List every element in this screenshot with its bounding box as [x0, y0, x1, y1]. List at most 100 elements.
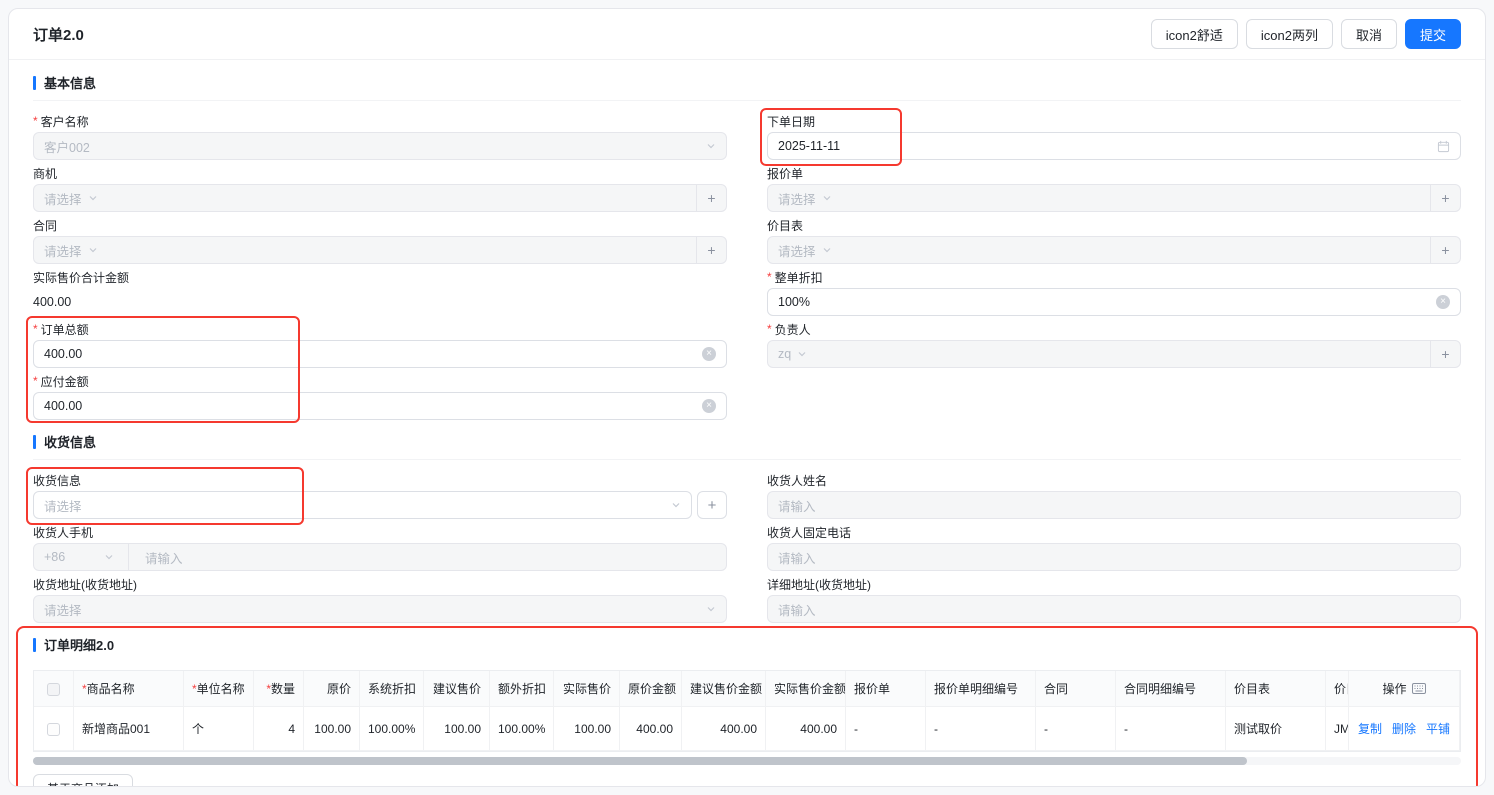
customer-select: 客户002: [33, 132, 727, 160]
column-header-6: 额外折扣: [490, 671, 554, 707]
page-title: 订单2.0: [33, 26, 84, 44]
column-header-8: 原价金额: [620, 671, 682, 707]
plus-icon: +: [1441, 346, 1450, 362]
column-settings-icon[interactable]: [1411, 683, 1426, 694]
column-header-1: *单位名称: [184, 671, 254, 707]
field-contract: 合同 请选择 +: [33, 217, 727, 264]
owner-select: zq +: [767, 340, 1461, 368]
amounts-group: * 订单总额 400.00 × * 应付金额 400.00 ×: [26, 316, 727, 423]
column-header-3: 原价: [304, 671, 360, 707]
select-all-checkbox[interactable]: [47, 682, 60, 696]
required-mark: *: [33, 374, 38, 388]
field-payable-amount: * 应付金额 400.00 ×: [33, 373, 727, 420]
field-receiver-name: 收货人姓名 请输入: [767, 472, 1461, 519]
section-bar-icon: [33, 637, 36, 652]
order-form-card: 订单2.0 icon2舒适 icon2两列 取消 提交 基本信息 * 客户名称 客…: [8, 8, 1486, 787]
field-detail-address: 详细地址(收货地址) 请输入: [767, 576, 1461, 623]
field-actual-total: 实际售价合计金额 400.00: [33, 269, 727, 316]
cancel-button[interactable]: 取消: [1340, 19, 1397, 49]
two-column-mode-button[interactable]: icon2两列: [1245, 19, 1333, 49]
copy-link[interactable]: 复制: [1358, 720, 1382, 737]
cell-0: 新增商品001: [74, 707, 184, 751]
column-header-5: 建议售价: [424, 671, 490, 707]
calendar-icon[interactable]: [1437, 140, 1450, 153]
horizontal-scrollbar: [33, 757, 1461, 765]
required-mark: *: [33, 114, 38, 128]
cell-8: 400.00: [620, 707, 682, 751]
section-title-details: 订单明细2.0: [33, 628, 1461, 662]
toolbar: icon2舒适 icon2两列 取消 提交: [1150, 19, 1461, 49]
divider: [128, 544, 129, 570]
chevron-down-icon: [823, 196, 830, 201]
column-header-13: 合同: [1036, 671, 1116, 707]
header-checkbox-cell: [34, 671, 74, 707]
contract-select: 请选择 +: [33, 236, 727, 264]
field-shipping-info: 收货信息 请选择 +: [26, 467, 727, 525]
receiver-phone-input: 请输入: [767, 543, 1461, 571]
chevron-down-icon: [798, 352, 806, 357]
order-amount-input[interactable]: 400.00 ×: [33, 340, 727, 368]
shipping-info-select[interactable]: 请选择: [33, 491, 692, 519]
field-order-date: 下单日期 2025-11-11: [760, 108, 1461, 166]
field-receiver-phone: 收货人固定电话 请输入: [767, 524, 1461, 571]
field-whole-discount: * 整单折扣 100% ×: [767, 269, 1461, 316]
receiver-mobile-input: +86 请输入: [33, 543, 727, 571]
order-date-input[interactable]: 2025-11-11: [767, 132, 1461, 160]
field-quote: 报价单 请选择 +: [767, 165, 1461, 212]
section-bar-icon: [33, 75, 36, 90]
receiver-name-input: 请输入: [767, 491, 1461, 519]
add-by-product-button[interactable]: 基于商品添加: [33, 774, 134, 786]
column-header-17: 操作: [1348, 671, 1460, 707]
chevron-down-icon: [89, 248, 96, 253]
chevron-down-icon: [823, 248, 830, 253]
tile-link[interactable]: 平铺: [1426, 720, 1450, 737]
column-header-10: 实际售价金额: [766, 671, 846, 707]
basic-grid: * 客户名称 客户002 商机 请选择 + 合同 请选择 + 实际售价合计金额 …: [26, 108, 1461, 425]
clear-icon[interactable]: ×: [1436, 295, 1450, 309]
clear-icon[interactable]: ×: [702, 399, 716, 413]
add-price-list-button: +: [1430, 237, 1460, 263]
column-header-12: 报价单明细编号: [926, 671, 1036, 707]
table-row: 新增商品001 个 4 100.00 100.00% 100.00 100.00% 100.0…: [34, 707, 1460, 751]
add-contract-button: +: [696, 237, 726, 263]
country-code-select: +86: [34, 550, 122, 564]
clear-icon[interactable]: ×: [702, 347, 716, 361]
cell-4: 100.00%: [360, 707, 424, 751]
required-mark: *: [33, 322, 38, 336]
submit-button[interactable]: 提交: [1404, 19, 1461, 49]
required-mark: *: [767, 270, 772, 284]
column-header-7: 实际售价: [554, 671, 620, 707]
scrollbar-thumb[interactable]: [33, 757, 1247, 765]
column-header-14: 合同明细编号: [1116, 671, 1226, 707]
plus-icon: +: [1441, 242, 1450, 258]
delete-link[interactable]: 删除: [1392, 720, 1416, 737]
opportunity-select: 请选择 +: [33, 184, 727, 212]
payable-amount-input[interactable]: 400.00 ×: [33, 392, 727, 420]
add-shipping-info-button[interactable]: +: [697, 491, 727, 519]
chevron-down-icon: [89, 196, 96, 201]
field-customer: * 客户名称 客户002: [33, 113, 727, 160]
column-header-15: 价目表: [1226, 671, 1326, 707]
cell-12: -: [926, 707, 1036, 751]
shipping-address-select: 请选择: [33, 595, 727, 623]
order-details-table: *商品名称 *单位名称 *数量 原价 系统折扣 建议售价 额外折扣 实际售价 原价金额 建议售价金…: [34, 671, 1460, 751]
shipping-grid: 收货信息 请选择 + 收货人手机 +86 请输入 收货地址(收货地址) 请选择 …: [26, 467, 1461, 628]
chevron-down-icon: [105, 555, 113, 560]
plus-icon: +: [1441, 190, 1450, 206]
field-opportunity: 商机 请选择 +: [33, 165, 727, 212]
quote-select: 请选择 +: [767, 184, 1461, 212]
whole-discount-input[interactable]: 100% ×: [767, 288, 1461, 316]
cell-6: 100.00%: [490, 707, 554, 751]
add-quote-button: +: [1430, 185, 1460, 211]
chevron-down-icon: [672, 503, 680, 508]
comfort-mode-button[interactable]: icon2舒适: [1150, 19, 1238, 49]
plus-icon: +: [707, 190, 716, 206]
field-order-amount: * 订单总额 400.00 ×: [33, 321, 727, 368]
section-bar-icon: [33, 434, 36, 449]
row-checkbox[interactable]: [47, 722, 60, 736]
chevron-down-icon: [707, 607, 715, 612]
cell-13: -: [1036, 707, 1116, 751]
detail-address-input: 请输入: [767, 595, 1461, 623]
column-header-4: 系统折扣: [360, 671, 424, 707]
add-opportunity-button: +: [696, 185, 726, 211]
